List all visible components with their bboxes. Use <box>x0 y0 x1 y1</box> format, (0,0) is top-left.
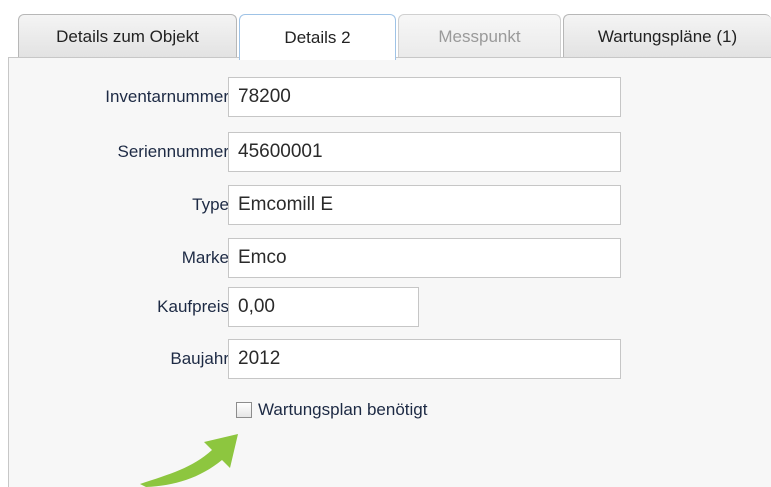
kaufpreis-field[interactable] <box>228 287 419 327</box>
details-panel: Inventarnummer Seriennummer Type Marke K… <box>8 57 771 487</box>
tab-bar: Details zum Objekt Details 2 Messpunkt W… <box>0 0 771 60</box>
row-marke: Marke <box>9 238 771 278</box>
wartungsplan-checkbox[interactable] <box>236 402 252 418</box>
tab-messpunkt: Messpunkt <box>398 14 561 58</box>
baujahr-field[interactable] <box>228 339 621 379</box>
marke-label: Marke <box>181 248 229 267</box>
kaufpreis-label: Kaufpreis <box>157 297 229 316</box>
baujahr-label: Baujahr <box>170 349 229 368</box>
type-label: Type <box>192 195 229 214</box>
wartungsplan-label[interactable]: Wartungsplan benötigt <box>258 400 427 420</box>
row-type: Type <box>9 185 771 225</box>
seriennummer-label: Seriennummer <box>117 142 230 161</box>
object-details-window: Details zum Objekt Details 2 Messpunkt W… <box>0 0 771 487</box>
tab-details-2[interactable]: Details 2 <box>239 14 396 60</box>
row-baujahr: Baujahr <box>9 339 771 379</box>
inventarnummer-label: Inventarnummer <box>105 87 229 106</box>
row-seriennummer: Seriennummer <box>9 132 771 172</box>
seriennummer-field[interactable] <box>228 132 621 172</box>
wartungsplan-checkbox-row[interactable]: Wartungsplan benötigt <box>236 397 427 423</box>
row-kaufpreis: Kaufpreis <box>9 287 771 327</box>
inventarnummer-field[interactable] <box>228 77 621 117</box>
curved-arrow-icon <box>140 434 238 487</box>
tab-details-zum-objekt[interactable]: Details zum Objekt <box>18 14 237 58</box>
marke-field[interactable] <box>228 238 621 278</box>
tab-wartungsplaene[interactable]: Wartungspläne (1) <box>563 14 771 58</box>
type-field[interactable] <box>228 185 621 225</box>
row-inventarnummer: Inventarnummer <box>9 77 771 117</box>
